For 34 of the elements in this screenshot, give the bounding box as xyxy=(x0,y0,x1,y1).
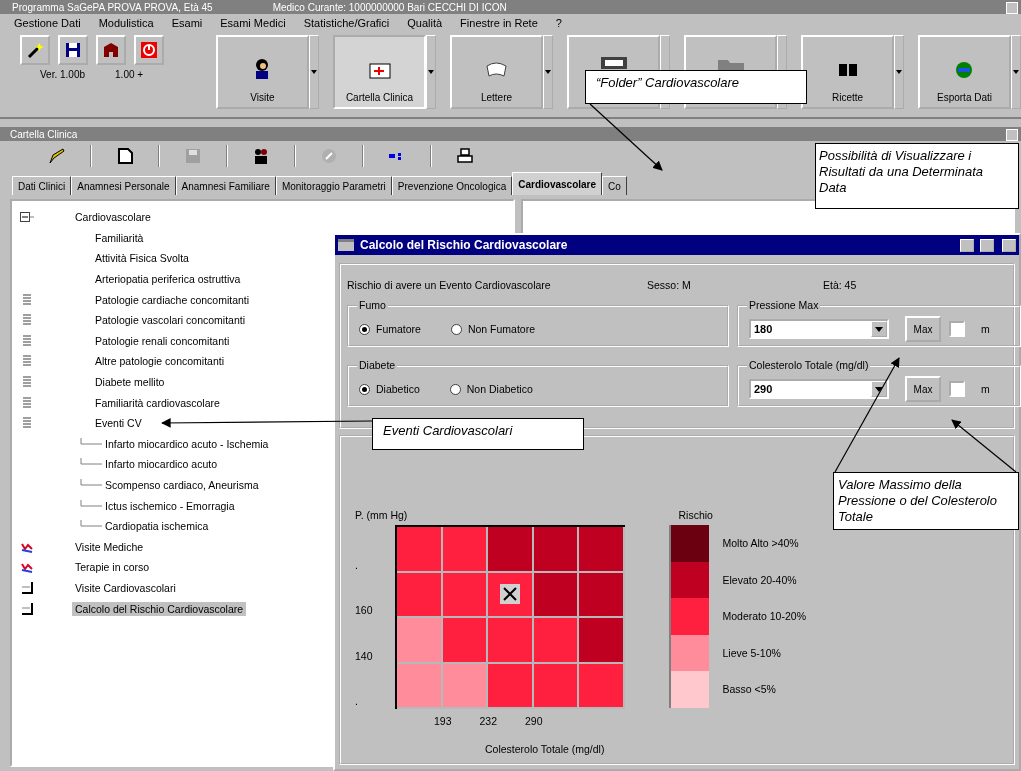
group-title: Diabete xyxy=(357,359,398,371)
axis-tick: 140 xyxy=(355,649,373,662)
legend-label: Moderato 10-20% xyxy=(722,610,806,623)
legend-label: Lieve 5-10% xyxy=(722,646,781,659)
axis-label: P. (mm Hg) xyxy=(355,509,409,523)
group-title: Fumo xyxy=(357,299,388,311)
annotation-tooltip: Eventi Cardiovascolari xyxy=(372,418,584,450)
panel-title: Cartella Clinica xyxy=(10,128,78,140)
doctor-label: Medico Curante: 1000000000 Bari CECCHI DI ICON xyxy=(272,1,507,13)
annotation-tooltip: Valore Massimo della Pressione o del Colesterolo Totale xyxy=(833,472,1019,530)
version-label: Ver. 1.00b xyxy=(40,69,86,80)
axis-tick: 160 xyxy=(355,604,373,616)
legend-label: Elevato 20-40% xyxy=(722,573,797,586)
info-label: Rischio di avere un Evento Cardiovascolare xyxy=(347,279,552,293)
axis-tick: 193 xyxy=(433,715,453,727)
dialog-title: Calcolo del Rischio Cardiovascolare xyxy=(360,238,569,252)
group-title: Colesterolo Totale (mg/dl) xyxy=(747,359,871,371)
axis-tick: . xyxy=(355,695,358,707)
axis-tick: 232 xyxy=(478,715,498,727)
checkbox-label: m xyxy=(981,323,990,335)
info-label: Età: 45 xyxy=(823,279,857,293)
legend-title: Rischio xyxy=(677,509,714,523)
legend-label: Molto Alto >40% xyxy=(722,537,799,550)
legend-label: Basso <5% xyxy=(722,683,776,696)
group-title: Pressione Max xyxy=(747,299,821,311)
axis-tick: . xyxy=(355,558,358,571)
checkbox-label: m xyxy=(981,383,990,395)
build-label: 1.00 + xyxy=(115,69,144,80)
axis-label: Colesterolo Totale (mg/dl) xyxy=(484,743,606,755)
annotation-tooltip: Possibilità di Visualizzare i Risultati da una Determinata Data xyxy=(815,143,1019,209)
axis-tick: 290 xyxy=(524,715,544,727)
annotation-tooltip: “Folder” Cardiovascolare xyxy=(585,70,807,104)
info-label: Sesso: M xyxy=(647,279,692,293)
window-title: Programma SaGePA PROVA PROVA, Età 45 xyxy=(12,1,213,13)
